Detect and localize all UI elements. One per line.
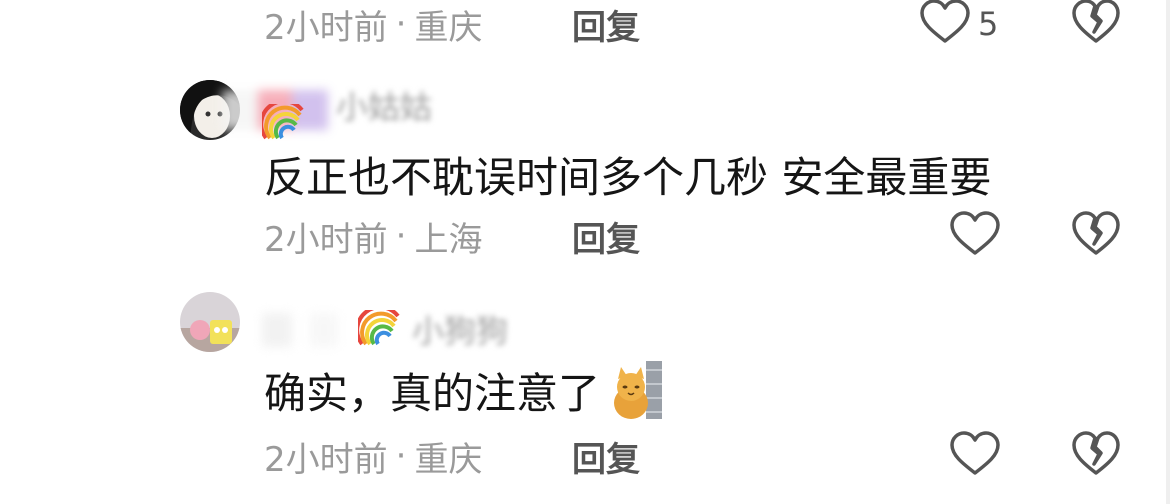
like-button[interactable] [948, 430, 1002, 482]
heart-outline-icon [918, 0, 972, 50]
dislike-button[interactable] [1070, 0, 1122, 48]
rainbow-icon [262, 104, 304, 140]
like-count: 5 [978, 5, 999, 43]
comment-meta: 2小时前 · 重庆 [264, 0, 482, 48]
comment-meta: 2小时前 · 重庆 [264, 432, 482, 480]
comment-location: 重庆 [414, 7, 483, 48]
avatar[interactable] [180, 292, 240, 352]
username[interactable]: 小狗狗 [412, 306, 508, 352]
rainbow-icon [358, 310, 400, 346]
dislike-button[interactable] [1070, 210, 1122, 262]
reply-button[interactable]: 回复 [572, 212, 640, 260]
comment-meta: 2小时前 · 上海 [264, 212, 482, 260]
broken-heart-icon [1070, 0, 1122, 50]
broken-heart-icon [1070, 210, 1122, 262]
username-redacted [262, 306, 338, 354]
comment-list: 2小时前 · 重庆 回复 5 小姑姑 反正也不耽误时间多个几秒 安全最重要 2小… [0, 0, 1170, 504]
comment-text: 反正也不耽误时间多个几秒 安全最重要 [264, 152, 992, 202]
heart-outline-icon [948, 430, 1002, 482]
heart-outline-icon [948, 210, 1002, 262]
comment-location: 上海 [414, 219, 483, 260]
like-button[interactable]: 5 [918, 0, 998, 48]
scrollbar-track[interactable] [1166, 0, 1170, 504]
cat-emoji-icon [612, 361, 664, 419]
comment-location: 重庆 [414, 439, 483, 480]
reply-button[interactable]: 回复 [572, 432, 640, 480]
reply-button[interactable]: 回复 [572, 0, 640, 48]
dislike-button[interactable] [1070, 430, 1122, 482]
meta-separator: · [395, 4, 407, 44]
meta-separator: · [395, 216, 407, 256]
meta-separator: · [395, 436, 407, 476]
comment-text: 确实，真的注意了 [264, 361, 664, 419]
comment-text-body: 确实，真的注意了 [264, 368, 601, 418]
broken-heart-icon [1070, 430, 1122, 482]
comment-time: 2小时前 [264, 439, 388, 480]
username[interactable]: 小姑姑 [336, 82, 432, 128]
comment-time: 2小时前 [264, 7, 388, 48]
like-button[interactable] [948, 210, 1002, 262]
comment-time: 2小时前 [264, 219, 388, 260]
